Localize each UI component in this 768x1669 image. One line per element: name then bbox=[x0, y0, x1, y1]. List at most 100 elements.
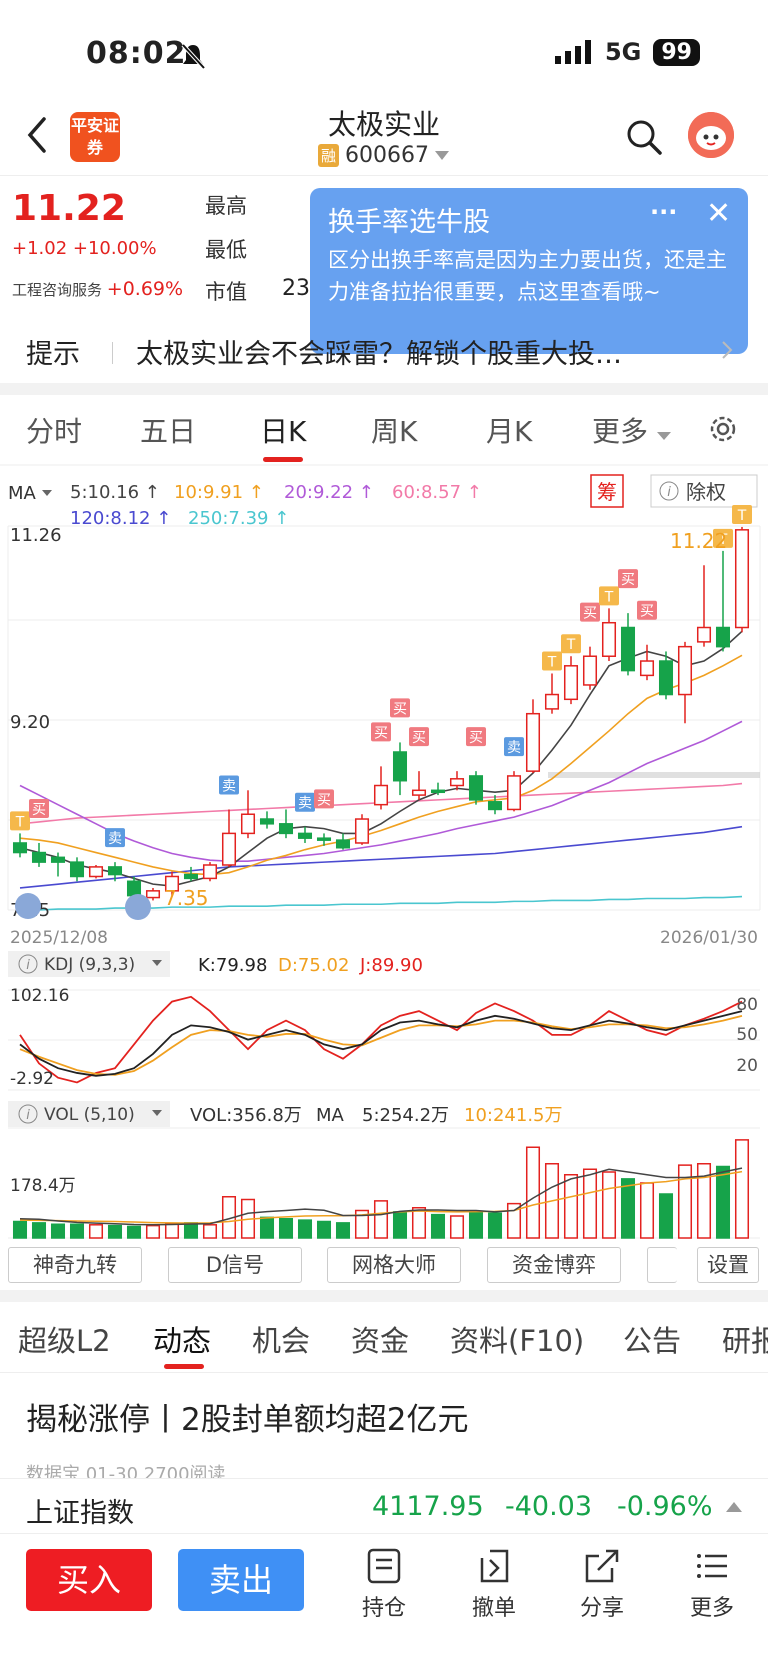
signal-text: 买 bbox=[640, 604, 654, 620]
candle-body bbox=[392, 751, 408, 782]
kdj-y-bottom: -2.92 bbox=[10, 1069, 54, 1089]
nav-cancel-order-label: 撤单 bbox=[471, 1596, 516, 1621]
volume-bar bbox=[107, 1224, 123, 1239]
kline-chart[interactable]: MA 5:10.16 ↑ 10:9.91 ↑ 20:9.22 ↑ 60:8.57 ↑ 1… bbox=[0, 462, 768, 1292]
tab-daily-k[interactable]: 日K bbox=[260, 410, 306, 450]
section-gap bbox=[0, 1290, 768, 1302]
last-price: 11.22 bbox=[12, 188, 126, 229]
kdj-level-80: 80 bbox=[736, 995, 758, 1015]
tab-super-l2[interactable]: 超级L2 bbox=[18, 1318, 111, 1360]
candle-body bbox=[316, 837, 332, 841]
volume-bar bbox=[658, 1193, 674, 1239]
sector-change: +0.69% bbox=[106, 278, 184, 300]
vol-label: VOL (5,10) bbox=[44, 1105, 135, 1125]
tool-settings[interactable]: 设置 bbox=[697, 1247, 759, 1283]
tool-grid-master[interactable]: 网格大师 bbox=[327, 1247, 461, 1283]
tab-more[interactable]: 更多 bbox=[592, 410, 671, 450]
candle-body bbox=[373, 784, 389, 806]
candle-body bbox=[126, 880, 142, 897]
volume-bar bbox=[88, 1224, 104, 1239]
y-axis-mid-label: 9.20 bbox=[10, 712, 50, 733]
signal-text: 卖 bbox=[108, 831, 122, 847]
avatar[interactable] bbox=[688, 112, 734, 158]
gear-icon[interactable] bbox=[706, 412, 740, 446]
caret-up-icon[interactable] bbox=[726, 1501, 742, 1513]
volume-bar bbox=[278, 1218, 294, 1239]
tab-f10[interactable]: 资料(F10) bbox=[450, 1318, 584, 1360]
tool-d-signal[interactable]: D信号 bbox=[168, 1247, 302, 1283]
caret-down-icon[interactable] bbox=[42, 490, 52, 496]
price-change: +1.02 +10.00% bbox=[12, 238, 157, 259]
tab-opportunity[interactable]: 机会 bbox=[252, 1318, 310, 1360]
volume-bar bbox=[50, 1223, 66, 1239]
volume-bar bbox=[430, 1213, 446, 1239]
network-type: 5G bbox=[604, 38, 642, 66]
ma-legend: 5:10.16 ↑ 10:9.91 ↑ 20:9.22 ↑ 60:8.57 ↑120:… bbox=[70, 482, 482, 529]
expand-icon[interactable] bbox=[15, 893, 41, 919]
positions-icon bbox=[367, 1548, 401, 1584]
stock-code: 600667 bbox=[345, 143, 429, 168]
more-icon[interactable]: ··· bbox=[650, 198, 677, 226]
tab-monthly-k[interactable]: 月K bbox=[486, 410, 532, 450]
volume-bar bbox=[582, 1168, 598, 1239]
sector-tag[interactable]: 工程咨询服务 +0.69% bbox=[12, 278, 183, 300]
nav-cancel-order[interactable]: 撤单 bbox=[454, 1548, 534, 1622]
nav-share[interactable]: 分享 bbox=[562, 1548, 642, 1622]
volume-bar bbox=[468, 1211, 484, 1239]
ma-legend-item: 20:9.22 ↑ bbox=[284, 482, 374, 503]
tool-capital-game[interactable]: 资金博弈 bbox=[487, 1247, 621, 1283]
kdj-grid bbox=[8, 989, 760, 1091]
tab-capital[interactable]: 资金 bbox=[351, 1318, 409, 1360]
volume-bar bbox=[31, 1222, 47, 1239]
nav-share-label: 分享 bbox=[579, 1596, 624, 1621]
share-icon bbox=[585, 1549, 619, 1583]
close-icon[interactable]: ✕ bbox=[706, 196, 731, 231]
volume-bar bbox=[183, 1222, 199, 1239]
index-ticker[interactable]: 上证指数 4117.95 -40.03 -0.96% bbox=[0, 1478, 768, 1534]
hint-text[interactable]: 太极实业会不会踩雷？解锁个股重大投… bbox=[136, 332, 716, 371]
nav-positions[interactable]: 持仓 bbox=[344, 1548, 424, 1622]
tab-five-day[interactable]: 五日 bbox=[140, 410, 196, 450]
nav-more[interactable]: 更多 bbox=[672, 1548, 752, 1622]
kdj-j-value: J:89.90 bbox=[359, 955, 423, 976]
tab-news[interactable]: 动态 bbox=[153, 1318, 211, 1360]
volume-bar bbox=[202, 1224, 218, 1239]
candle-body bbox=[487, 801, 503, 811]
candle-body bbox=[297, 832, 313, 839]
signal-text: 卖 bbox=[298, 796, 312, 812]
caret-down-icon bbox=[435, 150, 449, 160]
info-icon-glyph: i bbox=[26, 958, 30, 973]
kdj-k-line bbox=[19, 1010, 743, 1077]
volume-bar bbox=[164, 1223, 180, 1239]
zoom-icon[interactable] bbox=[125, 894, 151, 920]
news-title[interactable]: 揭秘涨停丨2股封单额均超2亿元 bbox=[26, 1394, 468, 1439]
tool-partial[interactable] bbox=[647, 1247, 677, 1283]
tab-intraday[interactable]: 分时 bbox=[26, 410, 82, 450]
signal-icon bbox=[554, 40, 591, 64]
search-icon[interactable] bbox=[624, 117, 664, 157]
min-price-label: 7.35 bbox=[164, 886, 209, 910]
volume-bar bbox=[145, 1224, 161, 1239]
signal-text: T bbox=[15, 814, 25, 830]
volume-bar bbox=[12, 1220, 28, 1239]
sell-button[interactable]: 卖出 bbox=[178, 1549, 304, 1611]
adjust-label: 除权 bbox=[686, 480, 726, 504]
volume-bar bbox=[316, 1220, 332, 1239]
menu-icon bbox=[697, 1554, 727, 1578]
ma-label: MA bbox=[8, 483, 37, 504]
signal-text: 买 bbox=[621, 572, 635, 588]
tool-magic-nine[interactable]: 神奇九转 bbox=[8, 1247, 142, 1283]
volume-bar bbox=[715, 1165, 731, 1239]
volume-bar bbox=[126, 1225, 142, 1239]
stock-code-selector[interactable]: 融 600667 bbox=[318, 143, 449, 168]
popup-body: 区分出换手率高是因为主力要出货，还是主力准备拉抬很重要，点这里查看哦~ bbox=[328, 248, 727, 304]
signal-text: 买 bbox=[583, 606, 597, 622]
volume-bar bbox=[69, 1223, 85, 1239]
info-icon-glyph: i bbox=[26, 1108, 30, 1123]
buy-button[interactable]: 买入 bbox=[26, 1549, 152, 1611]
tab-weekly-k[interactable]: 周K bbox=[371, 410, 417, 450]
chevron-right-icon[interactable] bbox=[720, 340, 734, 360]
tab-announcement[interactable]: 公告 bbox=[623, 1318, 681, 1360]
turnover-popup[interactable]: 换手率选牛股 ··· ✕ 区分出换手率高是因为主力要出货，还是主力准备拉抬很重要… bbox=[310, 188, 748, 354]
tab-research[interactable]: 研报 bbox=[722, 1318, 768, 1360]
